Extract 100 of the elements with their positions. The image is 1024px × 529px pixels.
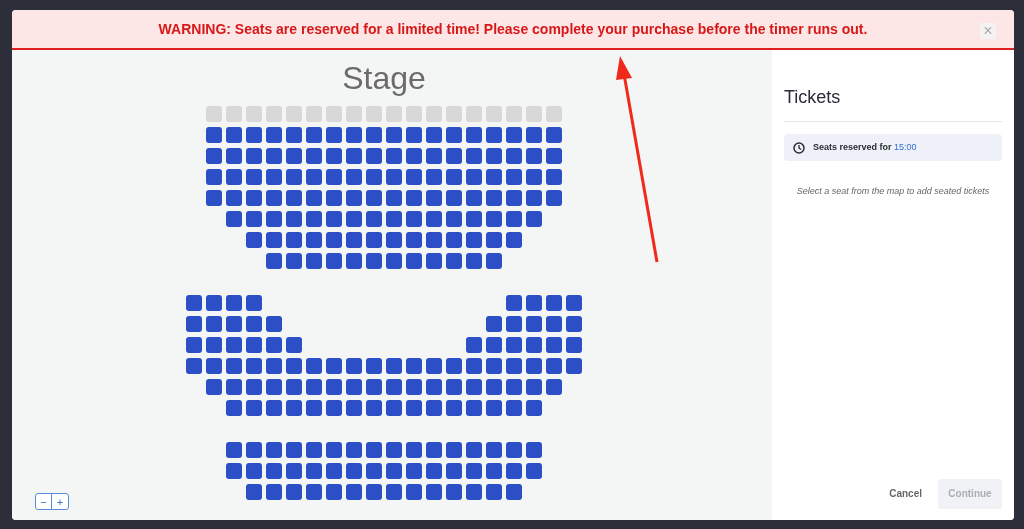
seat[interactable]	[326, 148, 342, 164]
seat[interactable]	[546, 295, 562, 311]
seat[interactable]	[286, 232, 302, 248]
seat[interactable]	[246, 316, 262, 332]
seat[interactable]	[306, 211, 322, 227]
seat[interactable]	[226, 400, 242, 416]
seat[interactable]	[446, 232, 462, 248]
seat[interactable]	[206, 316, 222, 332]
seat[interactable]	[406, 253, 422, 269]
seat[interactable]	[366, 379, 382, 395]
seat[interactable]	[506, 106, 522, 122]
seat[interactable]	[506, 295, 522, 311]
seat[interactable]	[286, 463, 302, 479]
seat[interactable]	[546, 127, 562, 143]
seat[interactable]	[506, 148, 522, 164]
seat[interactable]	[526, 316, 542, 332]
seat[interactable]	[266, 358, 282, 374]
seat[interactable]	[206, 127, 222, 143]
seat[interactable]	[566, 295, 582, 311]
seat[interactable]	[546, 148, 562, 164]
seat[interactable]	[366, 400, 382, 416]
seat[interactable]	[486, 190, 502, 206]
seat[interactable]	[426, 127, 442, 143]
seat[interactable]	[486, 379, 502, 395]
seat[interactable]	[486, 337, 502, 353]
seat[interactable]	[286, 253, 302, 269]
seat[interactable]	[486, 316, 502, 332]
seat[interactable]	[486, 484, 502, 500]
seat[interactable]	[306, 253, 322, 269]
seat[interactable]	[406, 148, 422, 164]
seat[interactable]	[566, 337, 582, 353]
seat[interactable]	[206, 337, 222, 353]
seat[interactable]	[446, 148, 462, 164]
seat[interactable]	[526, 400, 542, 416]
seat[interactable]	[406, 463, 422, 479]
seat[interactable]	[466, 442, 482, 458]
seat[interactable]	[526, 463, 542, 479]
seat[interactable]	[246, 232, 262, 248]
seat[interactable]	[386, 211, 402, 227]
seat[interactable]	[386, 253, 402, 269]
seat[interactable]	[246, 106, 262, 122]
seat[interactable]	[306, 127, 322, 143]
seat[interactable]	[506, 379, 522, 395]
seat[interactable]	[526, 211, 542, 227]
seat[interactable]	[226, 211, 242, 227]
seat[interactable]	[346, 211, 362, 227]
seat[interactable]	[206, 358, 222, 374]
seat[interactable]	[526, 169, 542, 185]
seat[interactable]	[266, 316, 282, 332]
seat[interactable]	[386, 400, 402, 416]
seat[interactable]	[466, 463, 482, 479]
seat[interactable]	[546, 358, 562, 374]
seat[interactable]	[426, 169, 442, 185]
seat[interactable]	[186, 295, 202, 311]
seat[interactable]	[386, 106, 402, 122]
seat[interactable]	[326, 379, 342, 395]
seat[interactable]	[326, 211, 342, 227]
seat[interactable]	[486, 127, 502, 143]
seat[interactable]	[306, 148, 322, 164]
seat[interactable]	[426, 463, 442, 479]
seat[interactable]	[366, 484, 382, 500]
seat[interactable]	[326, 169, 342, 185]
seat[interactable]	[266, 484, 282, 500]
seat[interactable]	[486, 169, 502, 185]
seat[interactable]	[446, 211, 462, 227]
seat[interactable]	[466, 211, 482, 227]
seat[interactable]	[246, 127, 262, 143]
seat[interactable]	[326, 463, 342, 479]
seat[interactable]	[546, 169, 562, 185]
seat[interactable]	[366, 463, 382, 479]
seat[interactable]	[406, 190, 422, 206]
seat[interactable]	[366, 127, 382, 143]
seat[interactable]	[306, 400, 322, 416]
seat[interactable]	[426, 484, 442, 500]
seat[interactable]	[246, 148, 262, 164]
seat[interactable]	[426, 148, 442, 164]
seat[interactable]	[486, 253, 502, 269]
seat[interactable]	[386, 127, 402, 143]
seat[interactable]	[366, 253, 382, 269]
seat[interactable]	[286, 400, 302, 416]
seat[interactable]	[426, 253, 442, 269]
seat[interactable]	[446, 463, 462, 479]
seat[interactable]	[186, 316, 202, 332]
seat[interactable]	[566, 358, 582, 374]
seat[interactable]	[266, 127, 282, 143]
seat[interactable]	[226, 379, 242, 395]
seat[interactable]	[506, 169, 522, 185]
seat[interactable]	[446, 190, 462, 206]
seat[interactable]	[426, 106, 442, 122]
seat[interactable]	[206, 106, 222, 122]
seat[interactable]	[266, 400, 282, 416]
seat[interactable]	[206, 295, 222, 311]
seat[interactable]	[466, 190, 482, 206]
seat[interactable]	[306, 442, 322, 458]
seat[interactable]	[226, 358, 242, 374]
seat[interactable]	[546, 190, 562, 206]
seat[interactable]	[346, 400, 362, 416]
seat[interactable]	[406, 169, 422, 185]
seat[interactable]	[266, 211, 282, 227]
seat[interactable]	[306, 232, 322, 248]
